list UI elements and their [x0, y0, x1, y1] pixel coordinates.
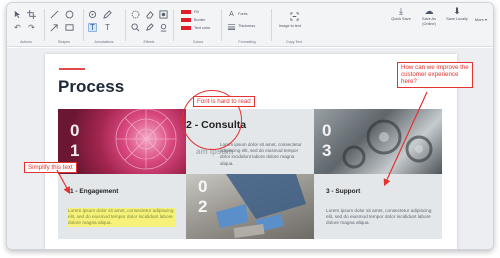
separator	[271, 9, 272, 41]
separator	[44, 9, 45, 41]
thickness-label[interactable]: Thickness	[238, 24, 255, 28]
copy-text-group: Image to text Copy Text	[275, 7, 313, 45]
arrow-icon[interactable]	[50, 23, 59, 32]
formatting-group: A Fonts Thickness Formatting	[225, 7, 269, 45]
redo-icon[interactable]: ↷	[27, 23, 36, 32]
editor-canvas[interactable]: Process 0 1 2 - Consulta am ipsum Lorem …	[7, 48, 493, 249]
ellipse-icon[interactable]	[65, 10, 74, 19]
quick-save-icon: ⤓	[399, 6, 403, 16]
blur-icon[interactable]	[131, 10, 140, 19]
fonts-label[interactable]: Fonts	[238, 12, 248, 16]
quick-save-label: Quick Save	[391, 17, 411, 21]
thickness-icon[interactable]	[227, 22, 236, 31]
cursor-icon[interactable]	[13, 10, 22, 19]
separator	[173, 9, 174, 41]
border-label[interactable]: Border	[194, 18, 205, 22]
copy-text-label: Copy Text	[286, 40, 302, 44]
undo-icon[interactable]: ↶	[13, 23, 22, 32]
text-tool-icon[interactable]: T	[88, 23, 97, 32]
more-label: More	[474, 17, 484, 22]
separator	[83, 9, 84, 41]
colors-group: Fill Border Text color Colors	[177, 7, 219, 45]
pen-icon[interactable]	[103, 10, 112, 19]
shapes-label: Shapes	[57, 40, 71, 44]
text-color-label[interactable]: Text color	[194, 26, 210, 30]
font-icon[interactable]: A	[227, 10, 236, 19]
fill-color-swatch[interactable]	[181, 10, 191, 14]
shapes-group: Shapes	[47, 7, 81, 45]
text-color-swatch[interactable]	[181, 26, 191, 30]
line-icon[interactable]	[50, 10, 59, 19]
save-as-online-button[interactable]: ☁ Save As (Online)	[417, 5, 441, 26]
fill-label[interactable]: Fill	[194, 10, 199, 14]
save-as-online-label: Save As (Online)	[422, 17, 436, 26]
annotations-group: T T Annotations	[85, 7, 123, 45]
download-icon: ⬇	[453, 6, 461, 16]
annotation-arrows	[56, 91, 428, 195]
save-locally-button[interactable]: ⬇ Save Locally	[445, 5, 469, 22]
spotlight-icon[interactable]	[159, 10, 168, 19]
app-window: ↶ ↷ Actions Shapes T T Annotations Effec…	[6, 2, 494, 250]
simplify-arrow	[56, 169, 71, 195]
save-locally-label: Save Locally	[446, 17, 468, 21]
question-arrow	[383, 91, 428, 187]
border-color-swatch[interactable]	[181, 18, 191, 22]
formatting-label: Formatting	[238, 40, 256, 44]
actions-label: Actions	[20, 40, 32, 44]
effects-label: Effects	[143, 40, 155, 44]
separator	[221, 9, 222, 41]
more-menu-button[interactable]: More ▾	[475, 17, 487, 22]
effects-group: Effects	[127, 7, 171, 45]
toolbar: ↶ ↷ Actions Shapes T T Annotations Effec…	[7, 3, 493, 47]
stamp-icon[interactable]	[159, 23, 168, 32]
magnify-icon[interactable]	[131, 23, 140, 32]
crop-icon[interactable]	[27, 10, 36, 19]
slide: Process 0 1 2 - Consulta am ipsum Lorem …	[24, 54, 473, 249]
separator	[125, 9, 126, 41]
highlighter-icon[interactable]	[145, 23, 154, 32]
quick-save-button[interactable]: ⤓ Quick Save	[389, 5, 413, 22]
eraser-icon[interactable]	[145, 10, 154, 19]
image-to-text-icon[interactable]	[289, 11, 299, 21]
image-to-text-label[interactable]: Image to text	[279, 24, 301, 28]
rectangle-icon[interactable]	[65, 23, 74, 32]
annotations-label: Annotations	[94, 40, 114, 44]
numbered-marker-icon[interactable]	[88, 10, 97, 19]
actions-group: ↶ ↷ Actions	[11, 7, 41, 45]
cloud-icon: ☁	[424, 6, 434, 16]
colors-label: Colors	[192, 40, 204, 44]
text-callout-icon[interactable]: T	[103, 23, 112, 32]
